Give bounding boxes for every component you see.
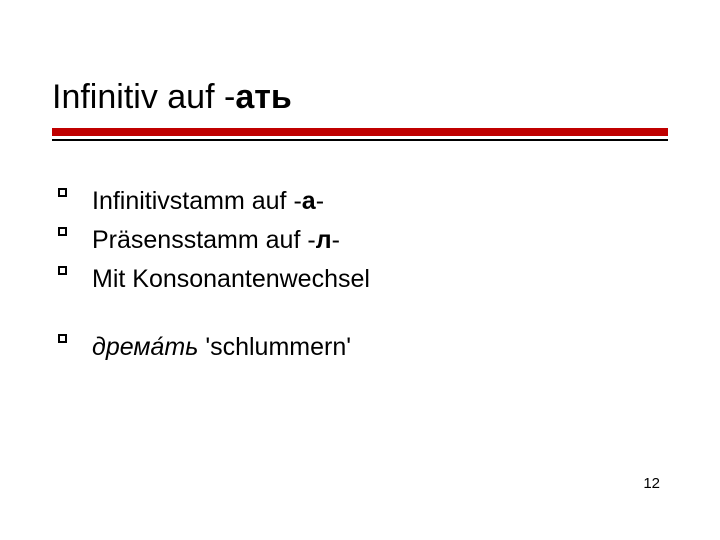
text-pre: Infinitivstamm auf - — [92, 187, 302, 215]
list-item: Präsensstamm auf -л- — [58, 221, 658, 260]
list-item: Infinitivstamm auf -а- — [58, 182, 658, 221]
text-post: - — [332, 226, 340, 254]
list-item: Mit Konsonantenwechsel — [58, 260, 658, 299]
bullet-square-icon — [58, 221, 92, 236]
text-bold: л — [316, 226, 332, 254]
list-item-text: дрема́ть 'schlummern' — [92, 328, 351, 367]
slide: Infinitiv auf -ать Infinitivstamm auf -а… — [0, 0, 720, 540]
page-number: 12 — [643, 475, 660, 492]
list-item: дрема́ть 'schlummern' — [58, 328, 658, 367]
title-suffix: ать — [235, 78, 291, 116]
text-post: - — [316, 187, 324, 215]
text-pre: Präsensstamm auf - — [92, 226, 316, 254]
list-item-text: Präsensstamm auf -л- — [92, 221, 340, 260]
content-area: Infinitivstamm auf -а- Präsensstamm auf … — [58, 182, 658, 367]
list-item-text: Infinitivstamm auf -а- — [92, 182, 324, 221]
bullet-square-icon — [58, 182, 92, 197]
title-prefix: Infinitiv auf - — [52, 78, 235, 116]
text-bold: а — [302, 187, 316, 215]
underline-black — [52, 139, 668, 141]
title-underline — [52, 128, 668, 141]
text-italic: дрема́ть — [92, 333, 198, 361]
bullet-square-icon — [58, 328, 92, 343]
list-item-text: Mit Konsonantenwechsel — [92, 260, 370, 299]
underline-red — [52, 128, 668, 136]
text-post: 'schlummern' — [198, 333, 351, 361]
bullet-square-icon — [58, 260, 92, 275]
slide-title: Infinitiv auf -ать — [52, 78, 292, 117]
text-pre: Mit Konsonantenwechsel — [92, 265, 370, 293]
